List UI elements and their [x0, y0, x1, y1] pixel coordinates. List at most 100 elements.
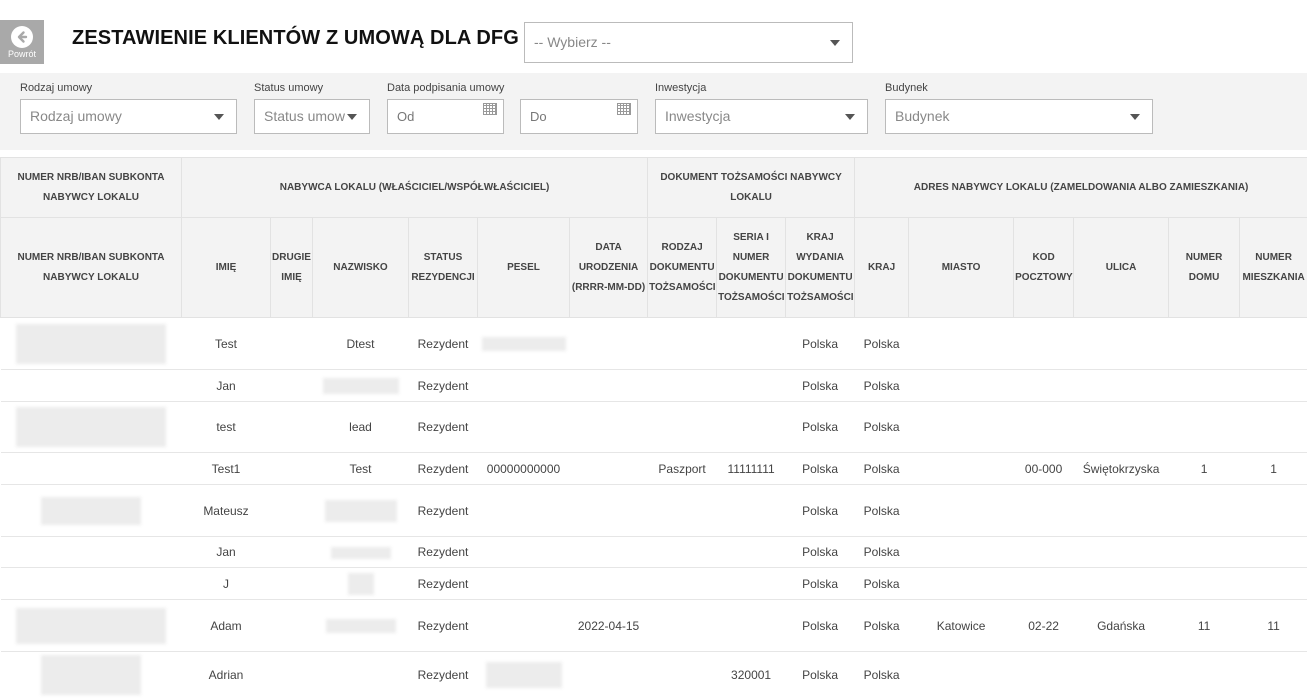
cell-last-name: lead	[313, 402, 409, 453]
cell-postal-code	[1014, 537, 1074, 568]
col-header-doc-number: SERIA I NUMER DOKUMENTU TOŻSAMOŚCI	[717, 218, 786, 318]
cell-flat-number	[1240, 370, 1307, 402]
cell-last-name: Test	[313, 453, 409, 485]
cell-postal-code	[1014, 318, 1074, 370]
col-header-birth-date: DATA URODZENIA (RRRR-MM-DD)	[570, 218, 648, 318]
cell-second-name	[271, 370, 313, 402]
cell-house-number	[1169, 370, 1240, 402]
redacted-block	[41, 655, 141, 695]
table-row[interactable]: AdamRezydent2022-04-15PolskaPolskaKatowi…	[1, 600, 1307, 652]
cell-street	[1074, 652, 1169, 698]
date-from-input[interactable]: Od	[387, 99, 504, 134]
col-header-flat-number: NUMER MIESZKANIA	[1240, 218, 1307, 318]
cell-pesel	[478, 568, 570, 600]
cell-doc-country: Polska	[786, 600, 855, 652]
cell-second-name	[271, 652, 313, 698]
cell-second-name	[271, 600, 313, 652]
contract-status-value: Status umow	[264, 108, 345, 124]
cell-house-number: 1	[1169, 453, 1240, 485]
chevron-down-icon	[830, 40, 840, 46]
table-row[interactable]: testleadRezydentPolskaPolska	[1, 402, 1307, 453]
cell-flat-number: 1	[1240, 453, 1307, 485]
contract-type-select[interactable]: Rodzaj umowy	[20, 99, 237, 134]
cell-last-name	[313, 370, 409, 402]
cell-country: Polska	[855, 537, 909, 568]
cell-iban	[1, 402, 182, 453]
redacted-block	[326, 619, 396, 633]
calendar-icon[interactable]	[483, 103, 497, 115]
building-label: Budynek	[885, 82, 928, 94]
col-header-second-name: DRUGIE IMIĘ	[271, 218, 313, 318]
cell-birth-date	[570, 537, 648, 568]
cell-city	[909, 537, 1014, 568]
cell-street	[1074, 402, 1169, 453]
group-header-buyer: NABYWCA LOKALU (WŁAŚCICIEL/WSPÓŁWŁAŚCICI…	[182, 158, 648, 218]
cell-iban	[1, 600, 182, 652]
cell-residency: Rezydent	[409, 652, 478, 698]
cell-first-name: J	[182, 568, 271, 600]
cell-city	[909, 453, 1014, 485]
col-header-country: KRAJ	[855, 218, 909, 318]
cell-last-name: Dtest	[313, 318, 409, 370]
cell-doc-type	[648, 568, 717, 600]
cell-doc-country: Polska	[786, 453, 855, 485]
redacted-block	[331, 547, 391, 559]
table-row[interactable]: AdrianRezydent320001PolskaPolska	[1, 652, 1307, 698]
cell-last-name	[313, 600, 409, 652]
contract-status-select[interactable]: Status umow	[254, 99, 370, 134]
cell-residency: Rezydent	[409, 485, 478, 537]
cell-pesel	[478, 485, 570, 537]
table-row[interactable]: Test1TestRezydent00000000000Paszport1111…	[1, 453, 1307, 485]
table-row[interactable]: JanRezydentPolskaPolska	[1, 537, 1307, 568]
cell-pesel	[478, 370, 570, 402]
date-from-placeholder: Od	[397, 109, 414, 124]
col-header-city: MIASTO	[909, 218, 1014, 318]
cell-doc-type	[648, 537, 717, 568]
date-to-input[interactable]: Do	[520, 99, 638, 134]
cell-birth-date	[570, 402, 648, 453]
cell-second-name	[271, 568, 313, 600]
table-row[interactable]: JRezydentPolskaPolska	[1, 568, 1307, 600]
cell-street: Świętokrzyska	[1074, 453, 1169, 485]
cell-street	[1074, 537, 1169, 568]
calendar-icon[interactable]	[617, 103, 631, 115]
redacted-block	[16, 608, 166, 644]
cell-city	[909, 402, 1014, 453]
back-button-label: Powrót	[0, 48, 44, 60]
redacted-block	[16, 407, 166, 447]
cell-flat-number	[1240, 485, 1307, 537]
cell-doc-number: 320001	[717, 652, 786, 698]
cell-country: Polska	[855, 453, 909, 485]
cell-residency: Rezydent	[409, 453, 478, 485]
investment-select[interactable]: Inwestycja	[655, 99, 868, 134]
report-select[interactable]: -- Wybierz --	[524, 22, 853, 63]
cell-street	[1074, 485, 1169, 537]
cell-pesel	[478, 402, 570, 453]
cell-postal-code: 02-22	[1014, 600, 1074, 652]
cell-residency: Rezydent	[409, 568, 478, 600]
cell-postal-code: 00-000	[1014, 453, 1074, 485]
table-row[interactable]: TestDtestRezydentPolskaPolska	[1, 318, 1307, 370]
cell-country: Polska	[855, 402, 909, 453]
cell-pesel	[478, 600, 570, 652]
back-button[interactable]: Powrót	[0, 20, 44, 64]
cell-first-name: Jan	[182, 537, 271, 568]
redacted-block	[323, 378, 399, 394]
cell-second-name	[271, 402, 313, 453]
cell-second-name	[271, 318, 313, 370]
sign-date-label: Data podpisania umowy	[387, 82, 504, 94]
cell-doc-country: Polska	[786, 652, 855, 698]
chevron-down-icon	[347, 114, 357, 120]
redacted-block	[325, 500, 397, 522]
chevron-down-icon	[1130, 114, 1140, 120]
date-to-placeholder: Do	[530, 109, 547, 124]
cell-postal-code	[1014, 402, 1074, 453]
cell-doc-type	[648, 600, 717, 652]
cell-doc-number: 11111111	[717, 453, 786, 485]
table-row[interactable]: JanRezydentPolskaPolska	[1, 370, 1307, 402]
cell-birth-date	[570, 568, 648, 600]
col-header-postal-code: KOD POCZTOWY	[1014, 218, 1074, 318]
cell-house-number	[1169, 485, 1240, 537]
table-row[interactable]: MateuszRezydentPolskaPolska	[1, 485, 1307, 537]
building-select[interactable]: Budynek	[885, 99, 1153, 134]
